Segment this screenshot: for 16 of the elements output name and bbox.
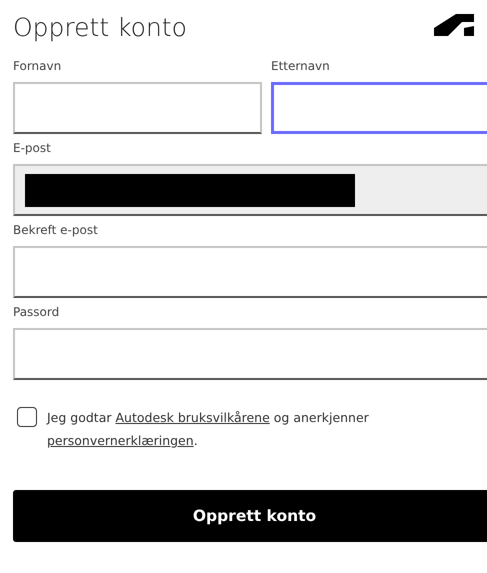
consent-text: Jeg godtar Autodesk bruksvilkårene og anerkjenner personvernerklæringen. bbox=[47, 409, 370, 450]
create-account-button[interactable]: Opprett konto bbox=[13, 490, 487, 542]
page-title: Opprett konto bbox=[13, 12, 187, 42]
input-field[interactable] bbox=[13, 246, 487, 298]
field-label: Passord bbox=[13, 304, 60, 321]
input-field[interactable] bbox=[271, 82, 487, 134]
field-label: Fornavn bbox=[13, 58, 62, 75]
input-field[interactable] bbox=[13, 328, 487, 380]
checkbox[interactable] bbox=[17, 407, 37, 427]
field-label: Etternavn bbox=[271, 58, 331, 75]
logo-icon bbox=[434, 14, 474, 36]
terms-link[interactable]: personvernerklæringen bbox=[47, 433, 194, 448]
field-label: Bekreft e-post bbox=[13, 222, 99, 239]
terms-link[interactable]: Autodesk bruksvilkårene bbox=[115, 410, 270, 425]
input-field[interactable] bbox=[13, 82, 262, 134]
field-label: E-post bbox=[13, 140, 52, 157]
